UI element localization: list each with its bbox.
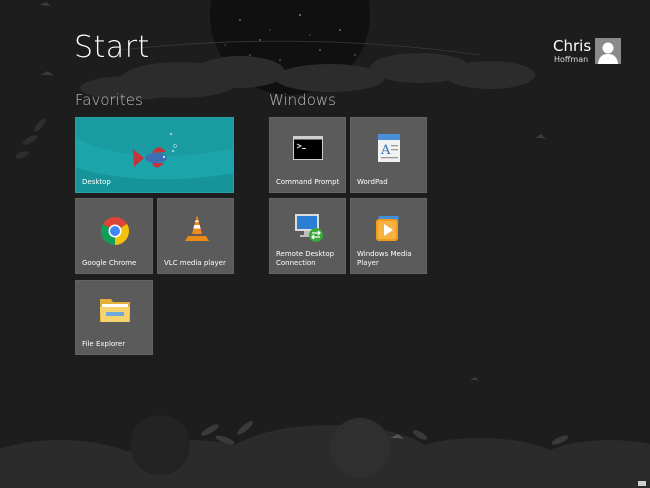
group-label-windows[interactable]: Windows [269,91,336,109]
svg-text:A: A [380,143,391,158]
group-label-favorites[interactable]: Favorites [75,91,143,109]
command-prompt-icon [293,136,323,160]
tile-vlc-label: VLC media player [164,259,226,267]
tile-command-prompt[interactable]: Command Prompt [269,117,346,193]
tile-command-prompt-label: Command Prompt [276,178,340,186]
tile-media-player-label: Windows Media Player [357,250,412,267]
folder-icon [100,299,130,322]
wordpad-icon: A [378,134,400,162]
tile-desktop[interactable]: Desktop [75,117,234,193]
vlc-cone-icon [185,215,209,241]
user-last-name: Hoffman [554,55,589,64]
tile-file-explorer-label: File Explorer [82,340,126,348]
chrome-icon [101,217,129,245]
media-player-icon [376,216,399,241]
tile-google-chrome-label: Google Chrome [82,259,137,267]
user-first-name: Chris [553,37,592,55]
tile-remote-desktop-label: Remote Desktop Connection [276,250,335,267]
user-avatar-icon[interactable] [595,38,621,64]
tile-vlc-media-player[interactable]: VLC media player [157,198,234,274]
user-account[interactable]: Chris Hoffman [553,37,623,67]
tile-desktop-label: Desktop [82,178,111,186]
tile-remote-desktop-connection[interactable]: Remote Desktop Connection [269,198,346,274]
tile-windows-media-player[interactable]: Windows Media Player [350,198,427,274]
tile-file-explorer[interactable]: File Explorer [75,280,153,355]
scrollbar-handle[interactable] [638,481,646,486]
tile-google-chrome[interactable]: Google Chrome [75,198,153,274]
remote-desktop-icon [295,214,323,242]
tile-wordpad-label: WordPad [357,178,388,186]
start-screen-title: Start [74,30,150,65]
tile-wordpad[interactable]: A WordPad [350,117,427,193]
